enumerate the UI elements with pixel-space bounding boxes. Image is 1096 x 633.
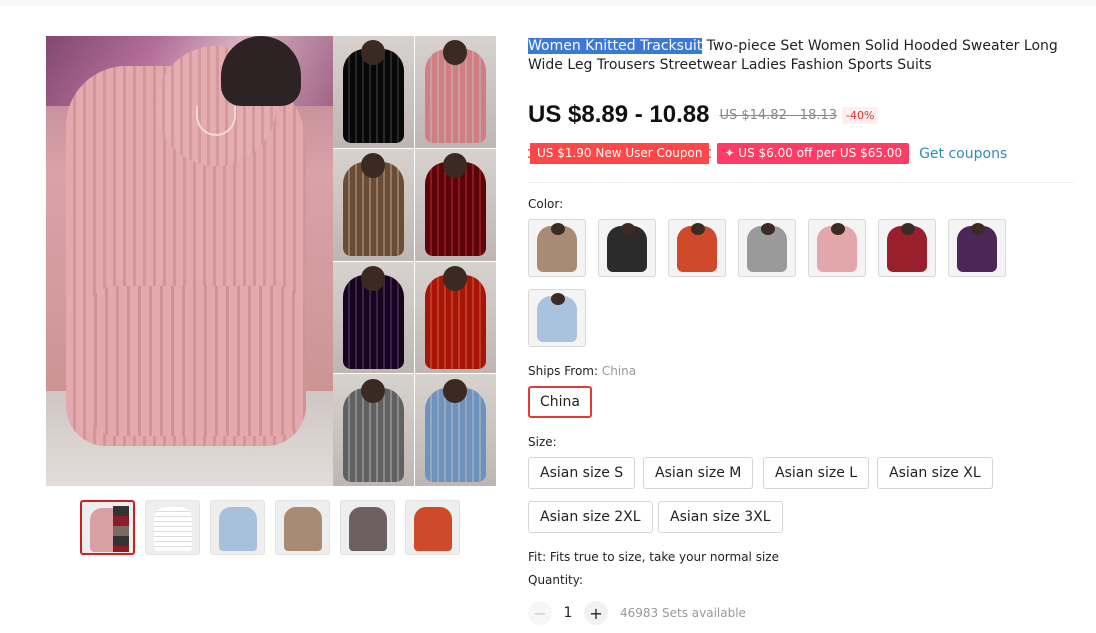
size-option-m[interactable]: Asian size M <box>643 457 754 489</box>
collage-tile <box>415 36 496 148</box>
gallery-thumbnail[interactable] <box>275 500 330 555</box>
thumbnail-strip <box>80 500 460 555</box>
ships-from-value: China <box>601 364 637 378</box>
quantity-decrease-button[interactable]: − <box>528 601 552 625</box>
gallery-thumbnail[interactable] <box>145 500 200 555</box>
quantity-stepper: − 1 + 46983 Sets available <box>528 601 746 625</box>
ships-from-title: Ships From: <box>528 364 602 378</box>
color-swatch-wine-red[interactable] <box>878 219 936 277</box>
discount-badge: -40% <box>842 106 879 124</box>
collage-tile <box>333 36 414 148</box>
collage-tile <box>333 374 414 486</box>
get-coupons-link[interactable]: Get coupons <box>919 146 1007 162</box>
color-swatch-purple[interactable] <box>948 219 1006 277</box>
size-option-l[interactable]: Asian size L <box>763 457 870 489</box>
collage-tile <box>415 261 496 374</box>
color-swatch-orange-red[interactable] <box>668 219 726 277</box>
color-swatch-black[interactable] <box>598 219 656 277</box>
model-photo <box>46 36 333 486</box>
quantity-increase-button[interactable]: + <box>584 601 608 625</box>
color-swatch-khaki[interactable] <box>528 219 586 277</box>
size-label: Size: <box>528 435 557 449</box>
gallery-thumbnail[interactable] <box>80 500 135 555</box>
price-row: US $8.89 - 10.88 US $14.82 - 18.13 -40% <box>528 101 879 129</box>
quantity-label: Quantity: <box>528 573 584 587</box>
original-price: US $14.82 - 18.13 <box>719 107 838 123</box>
size-option-2xl[interactable]: Asian size 2XL <box>528 501 653 533</box>
gallery-thumbnail[interactable] <box>405 500 460 555</box>
fit-note: Fit: Fits true to size, take your normal… <box>528 550 779 564</box>
current-price: US $8.89 - 10.88 <box>528 101 710 128</box>
top-border <box>0 0 1096 6</box>
ships-from-label: Ships From: China <box>528 364 636 378</box>
product-title: Women Knitted Tracksuit Two-piece Set Wo… <box>528 37 1084 75</box>
store-coupon[interactable]: ✦ US $6.00 off per US $65.00 <box>717 143 910 164</box>
stock-available: 46983 Sets available <box>620 606 746 620</box>
collage-tile <box>333 148 414 261</box>
gallery-thumbnail[interactable] <box>210 500 265 555</box>
title-selected-text: Women Knitted Tracksuit <box>528 38 703 54</box>
color-variant-collage <box>333 36 496 486</box>
color-label: Color: <box>528 197 564 211</box>
size-option-3xl[interactable]: Asian size 3XL <box>658 501 783 533</box>
divider <box>528 182 1074 183</box>
color-swatches <box>528 219 1028 347</box>
collage-tile <box>415 374 496 486</box>
gallery-thumbnail[interactable] <box>340 500 395 555</box>
new-user-coupon[interactable]: US $1.90 New User Coupon <box>528 143 712 164</box>
main-product-image[interactable] <box>46 36 496 486</box>
size-option-s[interactable]: Asian size S <box>528 457 636 489</box>
collage-tile <box>415 148 496 261</box>
collage-tile <box>333 261 414 374</box>
ships-from-option-china[interactable]: China <box>528 386 592 418</box>
color-swatch-light-blue[interactable] <box>528 289 586 347</box>
color-swatch-gray[interactable] <box>738 219 796 277</box>
coupon-row: US $1.90 New User Coupon ✦ US $6.00 off … <box>528 143 1007 164</box>
color-swatch-pink[interactable] <box>808 219 866 277</box>
quantity-value[interactable]: 1 <box>552 605 584 621</box>
size-option-xl[interactable]: Asian size XL <box>877 457 993 489</box>
